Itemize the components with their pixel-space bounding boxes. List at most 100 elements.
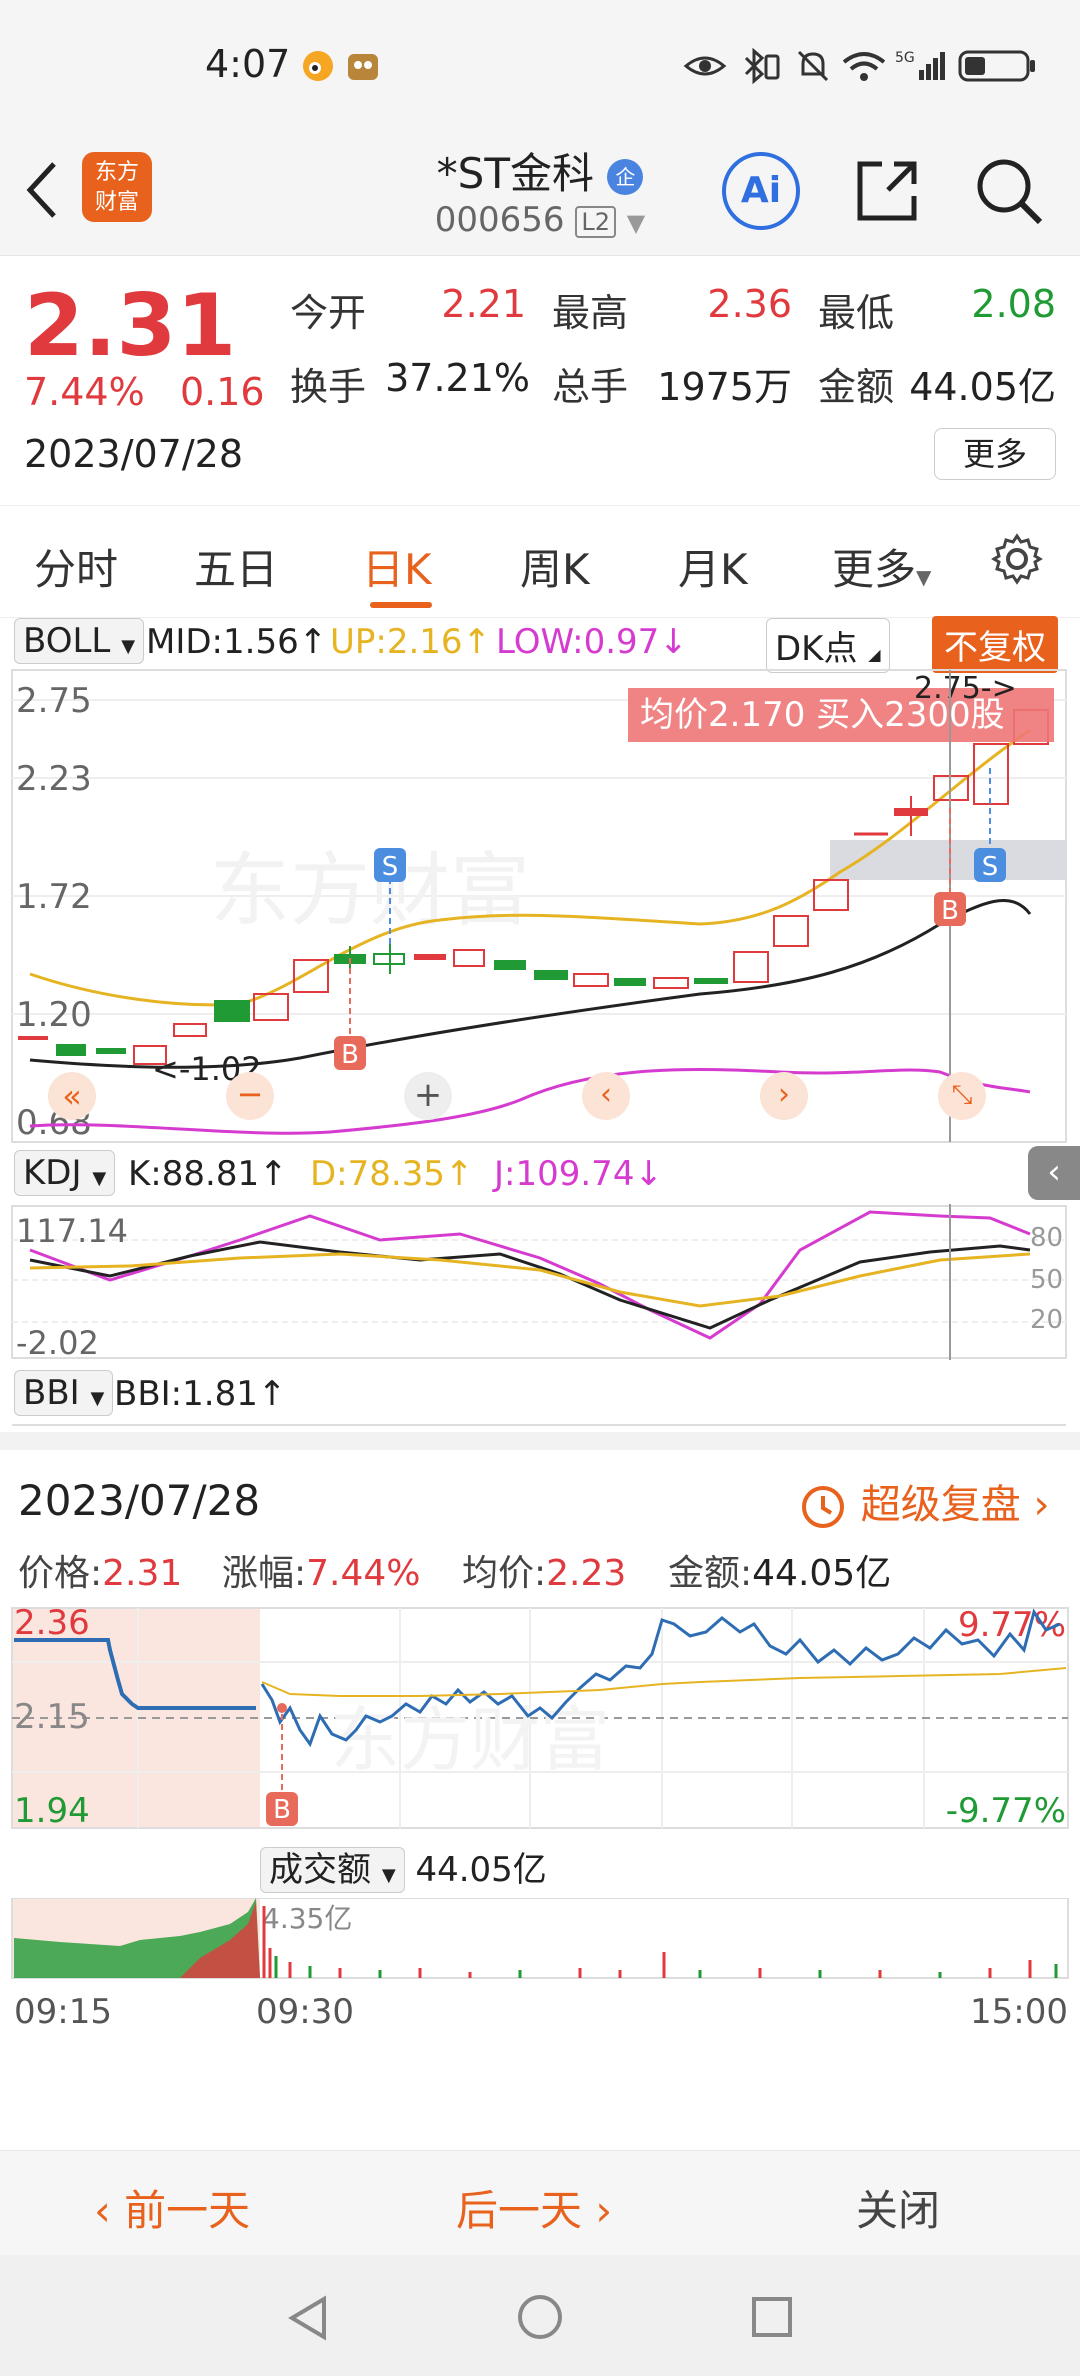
super-replay-label: 超级复盘 xyxy=(860,1482,1021,1528)
tab-weekly-k[interactable]: 周K xyxy=(520,536,590,597)
more-button[interactable]: 更多 xyxy=(934,428,1056,480)
detail-avg: 2.23 xyxy=(546,1553,627,1594)
active-tab-indicator xyxy=(370,602,432,608)
no-adjust-button[interactable]: 不复权 xyxy=(932,616,1058,673)
square-recents-icon xyxy=(752,2297,792,2337)
kline-y-label: 2.75 xyxy=(16,681,92,721)
time-label-close: 15:00 xyxy=(970,1992,1068,2032)
mute-icon xyxy=(795,48,831,84)
chevron-right-icon: › xyxy=(1033,1482,1050,1528)
kdj-selector[interactable]: KDJ ▼ xyxy=(14,1150,116,1196)
detail-stats-row: 价格:2.31 xyxy=(18,1544,182,1596)
tab-intraday[interactable]: 分时 xyxy=(34,536,118,597)
expand-chart-button[interactable]: ⤡ xyxy=(938,1072,986,1120)
weibo-icon xyxy=(300,48,336,84)
buy-marker: B xyxy=(341,1040,359,1070)
previous-day-button[interactable]: ‹ 前一天 xyxy=(94,2177,250,2238)
intraday-watermark: 东方财富 xyxy=(330,1699,610,1781)
detail-change-group: 涨幅:7.44% xyxy=(222,1544,421,1596)
dk-point-label: DK点 xyxy=(775,629,858,669)
search-button[interactable] xyxy=(972,154,1044,226)
super-replay-button[interactable]: 超级复盘 › xyxy=(798,1472,1049,1532)
kdj-y-bottom: -2.02 xyxy=(16,1324,99,1360)
search-icon xyxy=(977,159,1043,225)
kline-watermark: 东方财富 xyxy=(210,844,530,937)
collapse-panel-button[interactable]: ‹ xyxy=(1028,1146,1080,1200)
kdj-j-line xyxy=(29,1210,1031,1340)
kdj-d: D:78.35↑ xyxy=(310,1154,474,1194)
zoom-out-button[interactable]: − xyxy=(226,1072,274,1120)
kdj-d-line xyxy=(29,1252,1031,1308)
volume-header: 成交额 ▼ 44.05亿 xyxy=(260,1842,547,1893)
detail-avg-group: 均价:2.23 xyxy=(462,1544,626,1596)
bbi-selector[interactable]: BBI ▼ xyxy=(14,1370,114,1416)
eye-icon xyxy=(683,48,727,84)
boll-up: UP:2.16↑ xyxy=(330,622,492,662)
tab-five-day[interactable]: 五日 xyxy=(194,536,278,597)
boll-selector[interactable]: BOLL ▼ xyxy=(14,618,145,664)
corner-triangle-icon: ◢ xyxy=(868,645,881,664)
detail-change-label: 涨幅: xyxy=(222,1553,307,1594)
bbi-chart-border xyxy=(12,1424,1066,1426)
max-marker: 2.75-> xyxy=(914,671,1017,706)
high-value: 2.36 xyxy=(707,282,792,326)
ai-label: Ai xyxy=(740,170,782,211)
caret-down-icon: ▼ xyxy=(121,636,136,657)
intraday-pct-low: -9.77% xyxy=(946,1791,1066,1831)
chevron-right-icon: › xyxy=(582,2186,613,2235)
status-time: 4:07 xyxy=(205,42,291,86)
next-day-label: 后一天 xyxy=(456,2186,583,2235)
volume-selector[interactable]: 成交额 ▼ xyxy=(260,1847,405,1893)
detail-date: 2023/07/28 xyxy=(18,1476,261,1525)
boll-low: LOW:0.97↓ xyxy=(496,622,688,662)
dk-point-button[interactable]: DK点 ◢ xyxy=(766,618,890,673)
chevron-down-icon: ▼ xyxy=(626,209,646,237)
scroll-right-button[interactable]: › xyxy=(760,1072,808,1120)
highlight-zone xyxy=(830,840,1066,880)
intraday-chart[interactable]: 东方财富 2.36 2.15 1.94 9.77% -9.77% B xyxy=(0,1604,1080,1834)
kdj-j: J:109.74↓ xyxy=(494,1154,663,1194)
detail-amount-label: 金额: xyxy=(668,1553,753,1594)
sell-marker: S xyxy=(382,852,399,882)
chevron-left-icon: ‹ xyxy=(600,1077,612,1112)
caret-down-icon: ▼ xyxy=(381,1865,396,1886)
amount-value: 44.05亿 xyxy=(909,365,1056,409)
bbi-selector-label: BBI xyxy=(23,1373,80,1413)
chart-settings-button[interactable] xyxy=(990,532,1044,586)
nav-home-button[interactable] xyxy=(514,2291,566,2343)
next-day-button[interactable]: 后一天 › xyxy=(456,2177,612,2238)
volume-chart[interactable]: 4.35亿 xyxy=(0,1898,1080,1992)
tab-daily-k[interactable]: 日K xyxy=(362,536,432,597)
volume-max-label: 4.35亿 xyxy=(262,1902,352,1935)
scroll-left-button[interactable]: ‹ xyxy=(582,1072,630,1120)
kdj-chart[interactable]: 117.14 -2.02 80 50 20 xyxy=(0,1204,1080,1360)
expand-icon: ⤡ xyxy=(951,1080,973,1110)
stock-header: 东方 财富 *ST金科 企 000656 L2 ▼ Ai xyxy=(0,130,1080,256)
previous-day-label: 前一天 xyxy=(124,2186,251,2235)
share-button[interactable] xyxy=(852,156,922,226)
tab-monthly-k[interactable]: 月K xyxy=(678,536,748,597)
turnover-value: 37.21% xyxy=(385,356,530,400)
boll-indicator-row: BOLL ▼ MID:1.56↑ UP:2.16↑ LOW:0.97↓ DK点 … xyxy=(14,616,1074,673)
intraday-y-mid: 2.15 xyxy=(14,1697,90,1737)
kdj-level: 20 xyxy=(1030,1305,1063,1335)
zoom-in-button[interactable]: + xyxy=(404,1072,452,1120)
tab-more[interactable]: 更多▼ xyxy=(832,536,931,597)
tab-more-label: 更多 xyxy=(832,545,917,594)
level2-badge: L2 xyxy=(575,205,616,238)
quote-date: 2023/07/28 xyxy=(24,432,244,476)
quote-summary: 2.31 7.44% 0.16 2023/07/28 今开 2.21 最高 2.… xyxy=(0,256,1080,506)
stock-name: *ST金科 xyxy=(436,149,594,198)
intraday-buy-marker: B xyxy=(273,1795,291,1825)
triangle-back-icon xyxy=(288,2295,326,2341)
close-button[interactable]: 关闭 xyxy=(856,2177,940,2238)
sell-marker: S xyxy=(982,852,999,882)
kline-chart[interactable]: 东方财富 2.75 2.23 1.72 1.20 0.68 均价2.170 买入… xyxy=(0,668,1080,1144)
scroll-fast-left-button[interactable]: « xyxy=(48,1072,96,1120)
volume-value: 1975万 xyxy=(657,365,792,409)
nav-recents-button[interactable] xyxy=(748,2293,796,2341)
kdj-indicator-row: KDJ ▼ K:88.81↑ D:78.35↑ J:109.74↓ ‹ xyxy=(14,1146,1080,1202)
nav-back-button[interactable] xyxy=(284,2293,334,2343)
ai-assistant-button[interactable]: Ai xyxy=(722,152,800,230)
time-label-open: 09:15 xyxy=(14,1992,112,2032)
